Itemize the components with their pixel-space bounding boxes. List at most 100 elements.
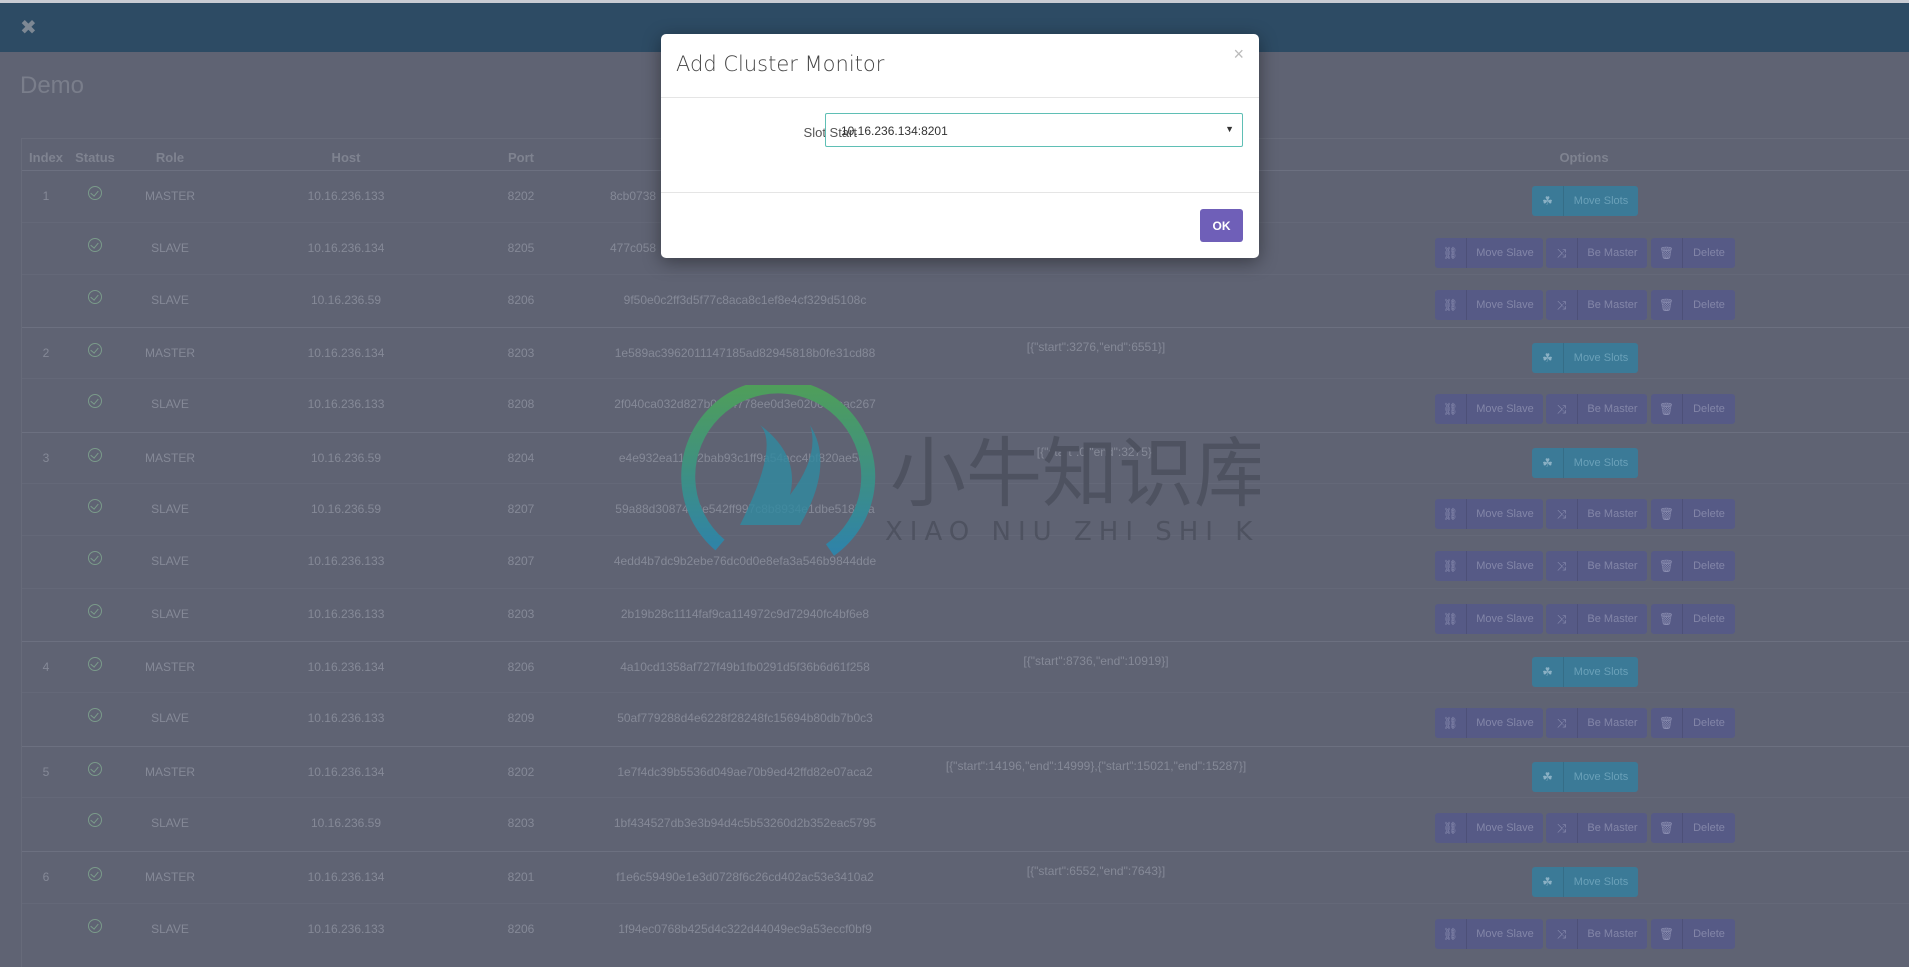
button-label: Delete (1693, 247, 1725, 259)
delete-button[interactable]: 🗑 Delete (1651, 394, 1735, 424)
move-slave-button[interactable]: ⛓ Move Slave (1435, 919, 1543, 949)
move-slave-button[interactable]: ⛓ Move Slave (1435, 604, 1543, 634)
cell-host: 10.16.236.59 (310, 451, 382, 465)
row-divider (22, 588, 1909, 589)
cubes-icon: ☘ (1532, 448, 1564, 478)
move-slave-button[interactable]: ⛓ Move Slave (1435, 499, 1543, 529)
move-slave-button[interactable]: ⛓ Move Slave (1435, 813, 1543, 843)
be-master-button[interactable]: ⤨ Be Master (1546, 238, 1647, 268)
page-title: Demo (20, 72, 85, 99)
cubes-icon: ☘ (1532, 657, 1564, 687)
cell-node-id: 8cb0738 (610, 189, 657, 203)
move-slots-button[interactable]: ☘ Move Slots (1532, 186, 1638, 216)
status-ok-icon (88, 708, 102, 722)
cell-host: 10.16.236.59 (310, 293, 382, 307)
delete-button[interactable]: 🗑 Delete (1651, 813, 1735, 843)
delete-button[interactable]: 🗑 Delete (1651, 499, 1735, 529)
delete-button[interactable]: 🗑 Delete (1651, 551, 1735, 581)
move-slave-button[interactable]: ⛓ Move Slave (1435, 290, 1543, 320)
close-icon[interactable]: × (1233, 44, 1244, 65)
cell-host: 10.16.236.134 (307, 870, 385, 884)
cell-node-id: 59a88d3087420e542ff997c8b8934e1dbe5185aa (615, 502, 875, 516)
button-label: Delete (1693, 822, 1725, 834)
move-slave-button[interactable]: ⛓ Move Slave (1435, 708, 1543, 738)
cell-role: SLAVE (151, 816, 189, 830)
button-label: Be Master (1587, 403, 1638, 415)
button-label: Move Slave (1476, 613, 1534, 625)
be-master-button[interactable]: ⤨ Be Master (1546, 290, 1647, 320)
button-label: Be Master (1587, 822, 1638, 834)
be-master-button[interactable]: ⤨ Be Master (1546, 708, 1647, 738)
cell-node-id: 4edd4b7dc9b2ebe76dc0d0e8efa3a546b9844dde (613, 554, 877, 568)
header-status: Status (75, 150, 115, 165)
status-ok-icon (88, 604, 102, 618)
cell-port: 8209 (507, 711, 535, 725)
cell-role: MASTER (144, 189, 196, 203)
delete-button[interactable]: 🗑 Delete (1651, 604, 1735, 634)
trash-icon: 🗑 (1651, 551, 1683, 581)
button-label: Move Slave (1476, 928, 1534, 940)
delete-button[interactable]: 🗑 Delete (1651, 708, 1735, 738)
shuffle-icon: ⤨ (1546, 290, 1578, 320)
row-divider (22, 378, 1909, 379)
cell-role: SLAVE (151, 397, 189, 411)
move-slave-button[interactable]: ⛓ Move Slave (1435, 551, 1543, 581)
status-ok-icon (88, 186, 102, 200)
cell-index: 6 (42, 870, 50, 884)
cell-port: 8202 (507, 189, 535, 203)
unlink-icon: ⛓ (1435, 708, 1467, 738)
cell-index: 2 (42, 346, 50, 360)
unlink-icon: ⛓ (1435, 551, 1467, 581)
button-label: Move Slots (1573, 771, 1629, 783)
move-slots-button[interactable]: ☘ Move Slots (1532, 867, 1638, 897)
delete-button[interactable]: 🗑 Delete (1651, 290, 1735, 320)
row-divider (22, 692, 1909, 693)
logo-icon[interactable]: ✖ (20, 17, 40, 39)
move-slots-button[interactable]: ☘ Move Slots (1532, 762, 1638, 792)
shuffle-icon: ⤨ (1546, 708, 1578, 738)
ok-button[interactable]: OK (1200, 209, 1243, 242)
cubes-icon: ☘ (1532, 867, 1564, 897)
slot-start-select[interactable]: 10.16.236.134:8201 ▼ (825, 113, 1243, 147)
delete-button[interactable]: 🗑 Delete (1651, 919, 1735, 949)
be-master-button[interactable]: ⤨ Be Master (1546, 919, 1647, 949)
cell-node-id: 477c058 (610, 241, 657, 255)
delete-button[interactable]: 🗑 Delete (1651, 238, 1735, 268)
cell-slots: [{"start":8736,"end":10919}] (1023, 654, 1169, 668)
cell-node-id: 4a10cd1358af727f49b1fb0291d5f36b6d61f258 (620, 660, 870, 674)
be-master-button[interactable]: ⤨ Be Master (1546, 813, 1647, 843)
be-master-button[interactable]: ⤨ Be Master (1546, 499, 1647, 529)
cell-role: SLAVE (151, 554, 189, 568)
status-ok-icon (88, 343, 102, 357)
move-slave-button[interactable]: ⛓ Move Slave (1435, 238, 1543, 268)
cell-index: 5 (42, 765, 50, 779)
cell-port: 8201 (507, 870, 535, 884)
be-master-button[interactable]: ⤨ Be Master (1546, 604, 1647, 634)
be-master-button[interactable]: ⤨ Be Master (1546, 394, 1647, 424)
move-slots-button[interactable]: ☘ Move Slots (1532, 657, 1638, 687)
move-slots-button[interactable]: ☘ Move Slots (1532, 448, 1638, 478)
status-ok-icon (88, 290, 102, 304)
move-slave-button[interactable]: ⛓ Move Slave (1435, 394, 1543, 424)
cell-port: 8204 (507, 451, 535, 465)
shuffle-icon: ⤨ (1546, 551, 1578, 581)
unlink-icon: ⛓ (1435, 499, 1467, 529)
cell-role: SLAVE (151, 607, 189, 621)
shuffle-icon: ⤨ (1546, 604, 1578, 634)
trash-icon: 🗑 (1651, 708, 1683, 738)
status-ok-icon (88, 448, 102, 462)
button-label: Move Slave (1476, 560, 1534, 572)
cell-role: SLAVE (151, 241, 189, 255)
cell-node-id: 2f040ca032d827b0e44778ee0d3e020c42eac267 (614, 397, 876, 411)
trash-icon: 🗑 (1651, 394, 1683, 424)
group-divider (22, 432, 1909, 433)
move-slots-button[interactable]: ☘ Move Slots (1532, 343, 1638, 373)
group-divider (22, 851, 1909, 852)
cubes-icon: ☘ (1532, 343, 1564, 373)
unlink-icon: ⛓ (1435, 394, 1467, 424)
cell-host: 10.16.236.133 (307, 922, 385, 936)
be-master-button[interactable]: ⤨ Be Master (1546, 551, 1647, 581)
status-ok-icon (88, 238, 102, 252)
button-label: Move Slots (1573, 666, 1629, 678)
status-ok-icon (88, 499, 102, 513)
